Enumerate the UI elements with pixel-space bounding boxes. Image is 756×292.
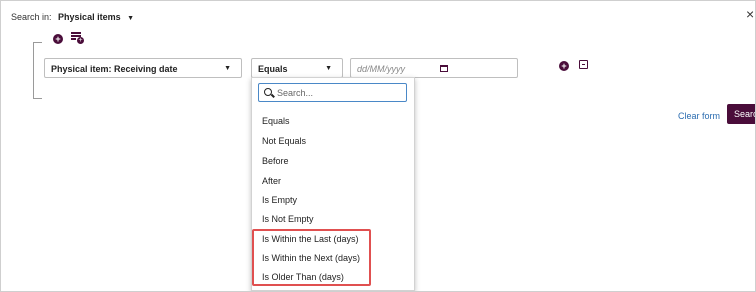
search-in-selector[interactable]: Search in: Physical items ▼ — [11, 12, 134, 22]
date-input-placeholder: dd/MM/yyyy — [357, 64, 406, 74]
criteria-group-bracket — [33, 42, 42, 99]
field-select[interactable]: Physical item: Receiving date ▼ — [44, 58, 242, 78]
advanced-search-panel: Search in: Physical items ▼ × + + Physic… — [0, 0, 756, 292]
dropdown-search-input[interactable]: Search... — [258, 83, 407, 102]
search-button[interactable]: Search — [727, 104, 755, 124]
add-row-icon[interactable]: + — [559, 61, 569, 71]
search-icon — [264, 88, 272, 96]
chevron-down-icon: ▼ — [224, 65, 231, 72]
add-group-icon[interactable]: + — [71, 32, 84, 44]
option-equals[interactable]: Equals — [262, 116, 290, 126]
option-after[interactable]: After — [262, 176, 281, 186]
field-select-value: Physical item: Receiving date — [51, 64, 178, 74]
operator-select[interactable]: Equals ▼ — [251, 58, 343, 78]
date-input[interactable]: dd/MM/yyyy — [350, 58, 518, 78]
add-condition-icon[interactable]: + — [53, 34, 63, 44]
option-not-equals[interactable]: Not Equals — [262, 136, 306, 146]
operator-select-value: Equals — [258, 64, 288, 74]
option-before[interactable]: Before — [262, 156, 289, 166]
option-is-not-empty[interactable]: Is Not Empty — [262, 214, 314, 224]
dropdown-search-placeholder: Search... — [277, 88, 314, 98]
chevron-down-icon: ▼ — [127, 15, 135, 22]
option-is-empty[interactable]: Is Empty — [262, 195, 297, 205]
calendar-icon[interactable] — [440, 65, 448, 72]
close-icon[interactable]: × — [746, 7, 754, 21]
add-group-plus: + — [77, 37, 84, 44]
highlight-annotation — [252, 229, 371, 286]
remove-row-icon[interactable] — [579, 60, 588, 69]
search-scope-value[interactable]: Physical items — [58, 12, 121, 22]
clear-form-link[interactable]: Clear form — [678, 111, 720, 121]
chevron-down-icon: ▼ — [325, 65, 332, 72]
search-in-label: Search in: — [11, 12, 52, 22]
